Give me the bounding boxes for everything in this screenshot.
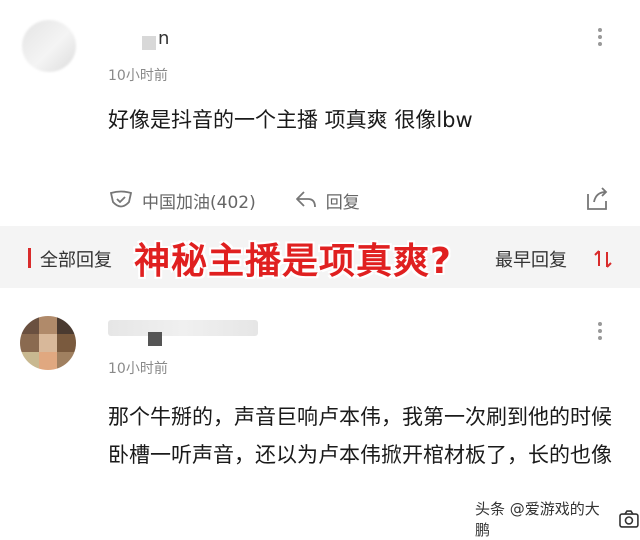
comment-time: 10小时前: [108, 361, 168, 377]
reply-button[interactable]: 回复: [326, 188, 360, 213]
comment-text: 那个牛掰的，声音巨响卢本伟，我第一次刷到他的时候卧槽一听声音，还以为卢本伟掀开棺…: [108, 405, 612, 467]
tab-earliest-replies[interactable]: 最早回复: [495, 246, 567, 272]
comment-actions: 中国加油(402) 回复: [108, 186, 360, 214]
username-redacted: [148, 332, 162, 346]
avatar[interactable]: [20, 316, 76, 370]
reply-icon[interactable]: [294, 189, 318, 211]
watermark-text: 头条 @爱游戏的大鹏: [475, 500, 600, 539]
username-redacted: [142, 36, 156, 50]
more-icon[interactable]: [598, 28, 604, 49]
comment-time: 10小时前: [108, 68, 168, 84]
sort-icon[interactable]: [592, 248, 614, 270]
username-redacted[interactable]: [108, 320, 258, 336]
section-marker: [28, 248, 31, 268]
comment-text: 好像是抖音的一个主播 项真爽 很像lbw: [108, 108, 473, 132]
like-count[interactable]: 中国加油(402): [142, 188, 256, 213]
avatar[interactable]: [22, 20, 76, 72]
share-icon[interactable]: [584, 184, 610, 212]
overlay-title: 神秘主播是项真爽?: [134, 241, 452, 282]
more-icon[interactable]: [598, 322, 604, 343]
username[interactable]: n: [158, 28, 169, 49]
like-icon[interactable]: [108, 189, 134, 211]
tab-all-replies[interactable]: 全部回复: [40, 246, 112, 272]
watermark: 头条 @爱游戏的大鹏: [475, 498, 640, 540]
camera-icon: [619, 510, 639, 528]
